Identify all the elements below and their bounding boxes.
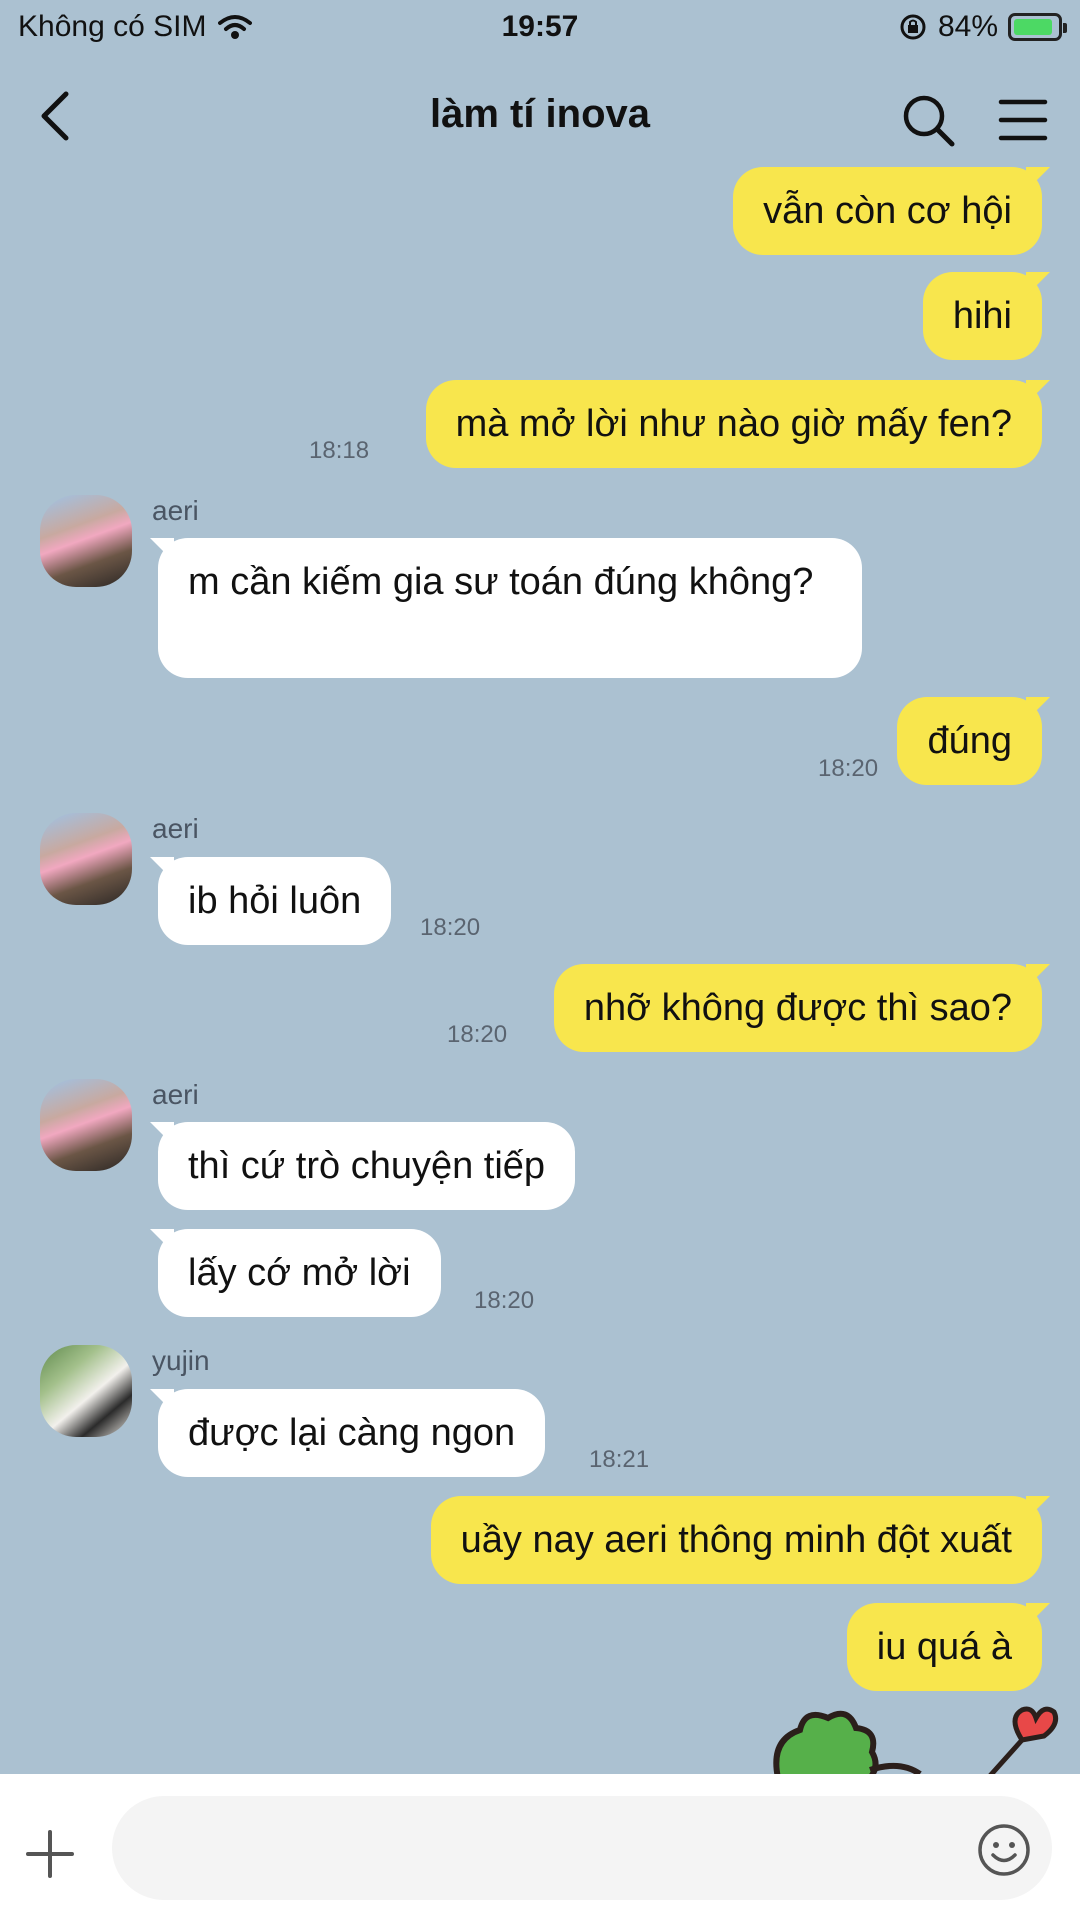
message-bubble-sent[interactable]: mà mở lời như nào giờ mấy fen? <box>425 380 1042 468</box>
chat-header: làm tí inova <box>0 72 1080 162</box>
battery-icon <box>1008 13 1067 41</box>
input-bar <box>0 1774 1080 1920</box>
avatar[interactable] <box>40 495 132 587</box>
message-bubble-sent[interactable]: vẫn còn cơ hội <box>733 167 1042 255</box>
message-timestamp: 18:21 <box>589 1446 650 1473</box>
sender-name: aeri <box>152 813 199 844</box>
message-bubble-received[interactable]: ib hỏi luôn <box>158 857 392 945</box>
message-bubble-sent[interactable]: iu quá à <box>846 1603 1042 1691</box>
sender-name: aeri <box>152 495 199 526</box>
orientation-lock-icon <box>900 14 926 40</box>
message-bubble-received[interactable]: thì cứ trò chuyện tiếp <box>158 1122 576 1210</box>
sender-name: aeri <box>152 1079 199 1110</box>
message-bubble-sent[interactable]: uầy nay aeri thông minh đột xuất <box>430 1496 1042 1584</box>
message-input[interactable] <box>112 1796 1052 1900</box>
sender-name: yujin <box>152 1345 210 1376</box>
status-right: 84% <box>898 10 1067 44</box>
battery-percent: 84% <box>937 10 998 43</box>
plus-icon[interactable] <box>22 1826 78 1882</box>
avatar[interactable] <box>40 1345 132 1437</box>
message-bubble-received[interactable]: m cần kiếm gia sư toán đúng không? <box>158 538 862 678</box>
chat-screen: Không có SIM 19:57 84% làm tí inova vẫn … <box>0 0 1080 1920</box>
message-timestamp: 18:18 <box>309 437 370 464</box>
emoji-icon[interactable] <box>976 1822 1032 1878</box>
message-timestamp: 18:20 <box>447 1021 508 1048</box>
message-timestamp: 18:20 <box>818 755 879 782</box>
message-bubble-sent[interactable]: đúng <box>897 697 1042 785</box>
avatar[interactable] <box>40 1079 132 1171</box>
message-timestamp: 18:20 <box>474 1287 535 1314</box>
message-bubble-sent[interactable]: nhỡ không được thì sao? <box>553 964 1042 1052</box>
message-bubble-sent[interactable]: hihi <box>922 272 1042 360</box>
message-timestamp: 18:20 <box>420 914 481 941</box>
menu-icon[interactable] <box>995 94 1051 146</box>
search-icon[interactable] <box>900 92 956 148</box>
message-bubble-received[interactable]: được lại càng ngon <box>158 1389 546 1477</box>
message-bubble-received[interactable]: lấy cớ mở lời <box>158 1229 441 1317</box>
status-bar: Không có SIM 19:57 84% <box>0 0 1080 56</box>
sticker[interactable] <box>760 1700 1060 1780</box>
avatar[interactable] <box>40 813 132 905</box>
